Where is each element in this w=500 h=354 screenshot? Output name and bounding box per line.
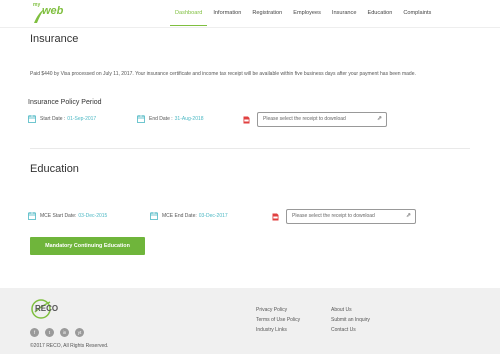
insurance-end-date: End Date : 31-Aug-2018 [137,115,204,123]
calendar-icon [137,115,145,123]
dropdown-arrow-icon: ⇗ [405,213,411,219]
mce-end-label: MCE End Date: [162,213,197,219]
dropdown-arrow-icon: ⇗ [376,116,382,122]
mce-start-value: 03-Dec-2015 [78,213,108,219]
calendar-icon [28,212,36,220]
receipt-select-placeholder: Please select the receipt to download [292,213,375,219]
pdf-icon [272,213,279,221]
nav-insurance[interactable]: Insurance [327,0,362,26]
privacy-policy-link[interactable]: Privacy Policy [256,305,300,315]
insurance-payment-text: Paid $440 by Visa processed on July 11, … [30,71,416,77]
mce-start-date: MCE Start Date: 03-Dec-2015 [28,212,107,220]
education-title: Education [30,163,79,175]
reco-logo-text: RECO [35,304,58,313]
education-receipt-select[interactable]: Please select the receipt to download ⇗ [286,209,416,224]
myweb-logo[interactable]: my web [30,2,74,26]
logo-web-text: web [42,5,64,17]
contact-us-link[interactable]: Contact Us [331,325,370,335]
industry-links-link[interactable]: Industry Links [256,325,300,335]
pdf-icon [243,116,250,124]
youtube-icon[interactable]: yt [75,328,84,337]
nav-employees[interactable]: Employees [288,0,326,26]
nav-complaints[interactable]: Complaints [398,0,436,26]
mandatory-continuing-education-button[interactable]: Mandatory Continuing Education [30,237,145,255]
nav-registration[interactable]: Registration [247,0,287,26]
receipt-select-placeholder: Please select the receipt to download [263,116,346,122]
insurance-title: Insurance [30,33,79,45]
calendar-icon [28,115,36,123]
section-divider [30,148,470,149]
start-date-value: 01-Sep-2017 [67,116,97,122]
facebook-icon[interactable]: f [30,328,39,337]
footer-links-col2: About Us Submit an Inquiry Contact Us [331,305,370,335]
footer-links-col1: Privacy Policy Terms of Use Policy Indus… [256,305,300,335]
reco-logo[interactable]: RECO [30,298,70,320]
insurance-receipt-select[interactable]: Please select the receipt to download ⇗ [257,112,387,127]
terms-of-use-link[interactable]: Terms of Use Policy [256,315,300,325]
mce-end-date: MCE End Date: 03-Dec-2017 [150,212,228,220]
footer: RECO f t in yt ©2017 RECO, All Rights Re… [0,288,500,354]
top-header: my web Dashboard Information Registratio… [0,0,500,28]
nav-dashboard[interactable]: Dashboard [170,0,208,26]
about-us-link[interactable]: About Us [331,305,370,315]
start-date-label: Start Date : [40,116,66,122]
linkedin-icon[interactable]: in [60,328,69,337]
mce-start-label: MCE Start Date: [40,213,77,219]
end-date-label: End Date : [149,116,173,122]
insurance-start-date: Start Date : 01-Sep-2017 [28,115,96,123]
submit-inquiry-link[interactable]: Submit an Inquiry [331,315,370,325]
end-date-value: 31-Aug-2018 [174,116,204,122]
nav-information[interactable]: Information [208,0,246,26]
policy-period-heading: Insurance Policy Period [28,99,102,106]
twitter-icon[interactable]: t [45,328,54,337]
social-links: f t in yt [30,328,90,337]
copyright-text: ©2017 RECO, All Rights Reserved. [30,343,109,349]
nav-education[interactable]: Education [362,0,397,26]
mce-end-value: 03-Dec-2017 [198,213,228,219]
calendar-icon [150,212,158,220]
logo-my-text: my [33,2,41,8]
main-nav: Dashboard Information Registration Emplo… [170,0,437,28]
